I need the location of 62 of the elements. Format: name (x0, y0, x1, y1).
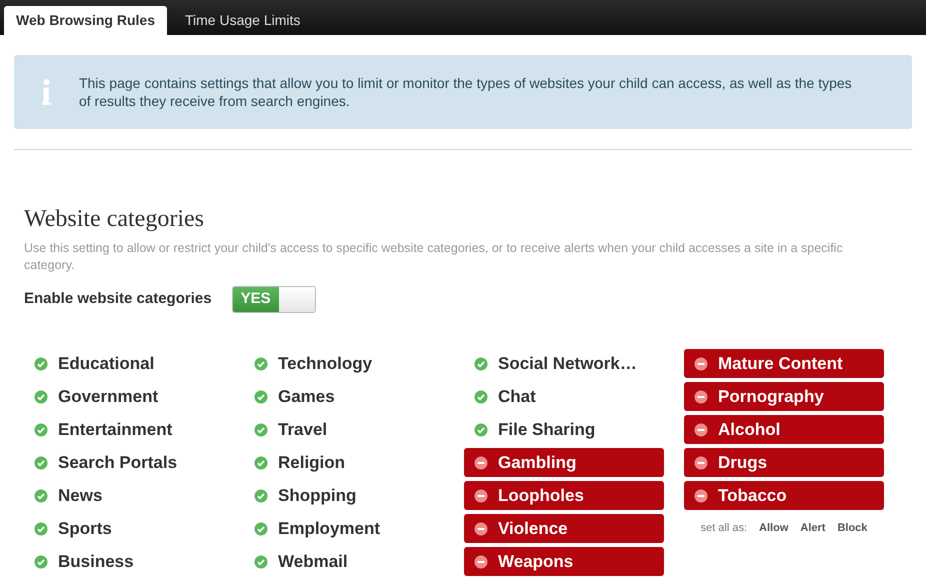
category-item[interactable]: Pornography (684, 382, 884, 411)
check-icon (34, 390, 48, 404)
check-icon (254, 488, 268, 502)
minus-icon (694, 456, 708, 470)
info-text: This page contains settings that allow you to limit or monitor the types of websites your child can access, as well as the types of results they receive from search engines. (78, 74, 853, 110)
category-item[interactable]: Travel (244, 415, 444, 444)
check-icon (254, 456, 268, 470)
category-item[interactable]: Mature Content (684, 349, 884, 378)
category-item[interactable]: Tobacco (684, 481, 884, 510)
category-item[interactable]: Weapons (464, 547, 664, 576)
check-icon (34, 554, 48, 568)
category-item[interactable]: Social Network… (464, 349, 664, 378)
category-item[interactable]: Violence (464, 514, 664, 543)
check-icon (254, 522, 268, 536)
set-all-label: set all as: (700, 521, 748, 536)
tab[interactable]: Time Usage Limits (168, 6, 316, 35)
minus-icon (694, 390, 708, 404)
check-icon (34, 522, 48, 536)
minus-icon (694, 488, 708, 502)
category-item[interactable]: Chat (464, 382, 664, 411)
category-item[interactable]: Gambling (464, 448, 664, 477)
section-title: Website categories (24, 205, 205, 234)
section-description: Use this setting to allow or restrict your child's access to specific website categories, or to receive alerts when your child accesses a site in a specific category. (24, 240, 844, 274)
check-icon (254, 356, 268, 370)
category-item[interactable]: Religion (244, 448, 444, 477)
check-icon (34, 422, 48, 436)
check-icon (474, 390, 488, 404)
minus-icon (474, 488, 488, 502)
minus-icon (694, 356, 708, 370)
category-item[interactable]: Alcohol (684, 415, 884, 444)
minus-icon (474, 522, 488, 536)
check-icon (34, 356, 48, 370)
set-all-link[interactable]: Block (837, 520, 868, 536)
check-icon (254, 554, 268, 568)
category-item[interactable]: Entertainment (24, 415, 224, 444)
category-item[interactable]: News (24, 481, 224, 510)
category-item[interactable]: Games (244, 382, 444, 411)
category-item[interactable]: File Sharing (464, 415, 664, 444)
category-item[interactable]: Drugs (684, 448, 884, 477)
category-item[interactable]: Webmail (244, 547, 444, 576)
check-icon (34, 456, 48, 470)
category-item[interactable]: Business (24, 547, 224, 576)
category-item[interactable]: Shopping (244, 481, 444, 510)
minus-icon (474, 554, 488, 568)
check-icon (474, 356, 488, 370)
category-item[interactable]: Technology (244, 349, 444, 378)
check-icon (474, 422, 488, 436)
category-item[interactable]: Government (24, 382, 224, 411)
minus-icon (474, 456, 488, 470)
check-icon (254, 422, 268, 436)
minus-icon (694, 422, 708, 436)
check-icon (34, 488, 48, 502)
category-item[interactable]: Employment (244, 514, 444, 543)
set-all-link[interactable]: Allow (759, 520, 788, 536)
category-item[interactable]: Search Portals (24, 448, 224, 477)
tab[interactable]: Web Browsing Rules (4, 6, 167, 35)
category-item[interactable]: Educational (24, 349, 224, 378)
set-all-link[interactable]: Alert (800, 520, 826, 536)
check-icon (254, 390, 268, 404)
setting-label: Enable website categories (24, 289, 212, 310)
category-item[interactable]: Loopholes (464, 481, 664, 510)
category-item[interactable]: Sports (24, 514, 224, 543)
